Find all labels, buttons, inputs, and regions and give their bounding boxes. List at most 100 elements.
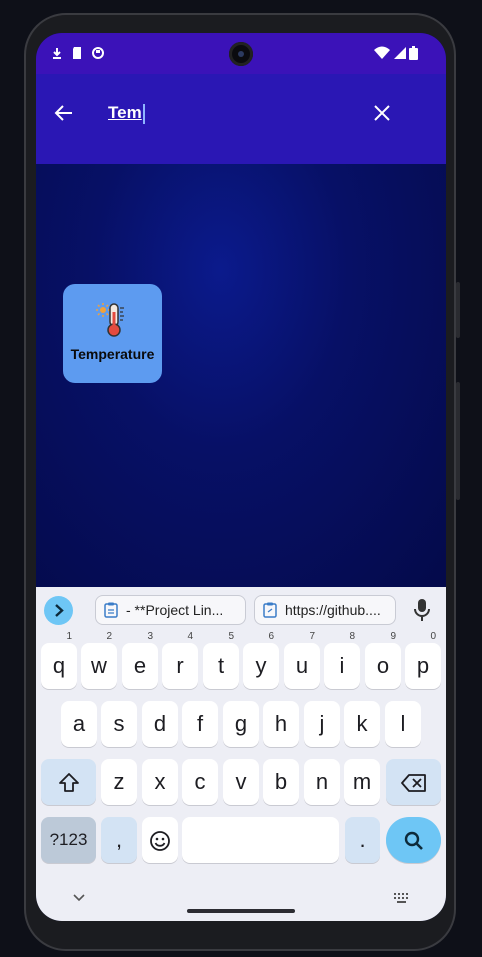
key-hint: 0 [430, 631, 436, 642]
key-a[interactable]: a [61, 701, 97, 747]
download-icon [53, 48, 61, 59]
key-letter: i [339, 653, 345, 678]
comma-key[interactable]: , [101, 817, 137, 863]
result-tile-temperature[interactable]: Temperature [63, 284, 162, 383]
key-m[interactable]: m [344, 759, 380, 805]
on-screen-keyboard: - **Project Lin... https://github.... q1… [36, 587, 446, 921]
thermometer-icon [96, 303, 124, 337]
key-y[interactable]: y6 [243, 631, 279, 689]
key-o[interactable]: o9 [365, 631, 401, 689]
key-l[interactable]: l [385, 701, 421, 747]
period-key[interactable]: . [345, 817, 380, 863]
emoji-icon [150, 831, 170, 852]
symbols-key[interactable]: ?123 [41, 817, 96, 863]
key-d[interactable]: d [142, 701, 178, 747]
key-z[interactable]: z [101, 759, 137, 805]
search-input[interactable]: Tem [108, 101, 145, 125]
key-k[interactable]: k [344, 701, 380, 747]
key-letter: y [255, 653, 267, 678]
key-f[interactable]: f [182, 701, 218, 747]
space-key[interactable] [182, 817, 339, 863]
clipboard-suggestion-1[interactable]: - **Project Lin... [95, 595, 246, 625]
key-letter: v [235, 769, 247, 794]
search-results: Temperature [36, 164, 446, 587]
power-button [456, 282, 460, 338]
key-s[interactable]: s [101, 701, 137, 747]
key-u[interactable]: u7 [284, 631, 320, 689]
period-label: . [359, 827, 366, 852]
key-n[interactable]: n [304, 759, 340, 805]
key-letter: t [217, 653, 225, 678]
backspace-icon [400, 774, 426, 793]
result-label: Temperature [70, 346, 155, 362]
suggestion-strip: - **Project Lin... https://github.... [36, 587, 446, 633]
signal-icon [394, 47, 406, 59]
sync-icon [92, 47, 104, 59]
key-hint: 8 [349, 631, 355, 642]
battery-icon [409, 46, 418, 60]
key-p[interactable]: p0 [405, 631, 441, 689]
key-hint: 2 [106, 631, 112, 642]
key-letter: o [376, 653, 390, 678]
key-letter: d [153, 711, 167, 736]
key-letter: h [274, 711, 288, 736]
key-hint: 9 [390, 631, 396, 642]
key-hint: 5 [228, 631, 234, 642]
chevron-right-icon [55, 604, 64, 617]
front-camera [229, 42, 253, 66]
volume-button [456, 382, 460, 500]
key-letter: n [315, 769, 329, 794]
key-letter: e [133, 653, 147, 678]
chevron-down-icon[interactable] [73, 894, 85, 902]
key-j[interactable]: j [304, 701, 340, 747]
emoji-key[interactable] [142, 817, 178, 863]
key-hint: 7 [309, 631, 315, 642]
gesture-nav-handle[interactable] [187, 909, 295, 913]
key-letter: j [319, 711, 325, 736]
search-query: Tem [108, 103, 142, 122]
close-icon[interactable] [370, 101, 394, 125]
key-hint: 1 [66, 631, 72, 642]
key-letter: r [176, 653, 184, 678]
chip-label: https://github.... [285, 602, 381, 618]
key-hint: 4 [187, 631, 193, 642]
back-arrow-icon[interactable] [52, 101, 76, 125]
key-q[interactable]: q1 [41, 631, 77, 689]
key-letter: x [154, 769, 166, 794]
key-v[interactable]: v [223, 759, 259, 805]
key-letter: p [416, 653, 430, 678]
key-h[interactable]: h [263, 701, 299, 747]
key-letter: s [113, 711, 125, 736]
shift-icon [58, 773, 79, 793]
keyboard-switcher-icon[interactable] [394, 893, 410, 903]
key-i[interactable]: i8 [324, 631, 360, 689]
key-r[interactable]: r4 [162, 631, 198, 689]
key-b[interactable]: b [263, 759, 299, 805]
key-g[interactable]: g [223, 701, 259, 747]
key-letter: b [274, 769, 288, 794]
clipboard-icon [104, 602, 118, 618]
key-e[interactable]: e3 [122, 631, 158, 689]
symbols-label: ?123 [49, 830, 88, 849]
microphone-icon[interactable] [414, 599, 430, 621]
search-action-key[interactable] [386, 817, 441, 863]
chip-label: - **Project Lin... [126, 602, 224, 618]
key-c[interactable]: c [182, 759, 218, 805]
screen: Tem Temperature - **Project Lin... https… [36, 33, 446, 921]
key-letter: c [194, 769, 206, 794]
clipboard-suggestion-2[interactable]: https://github.... [254, 595, 396, 625]
key-letter: m [352, 769, 372, 794]
text-cursor [142, 103, 145, 124]
backspace-key[interactable] [386, 759, 441, 805]
wifi-icon [374, 46, 390, 59]
key-letter: k [356, 711, 368, 736]
key-letter: f [196, 711, 204, 736]
key-t[interactable]: t5 [203, 631, 239, 689]
key-x[interactable]: x [142, 759, 178, 805]
shift-key[interactable] [41, 759, 96, 805]
search-icon [404, 831, 423, 851]
expand-toolbar-button[interactable] [44, 596, 73, 625]
key-w[interactable]: w2 [81, 631, 117, 689]
key-hint: 6 [268, 631, 274, 642]
search-bar: Tem [36, 74, 446, 164]
